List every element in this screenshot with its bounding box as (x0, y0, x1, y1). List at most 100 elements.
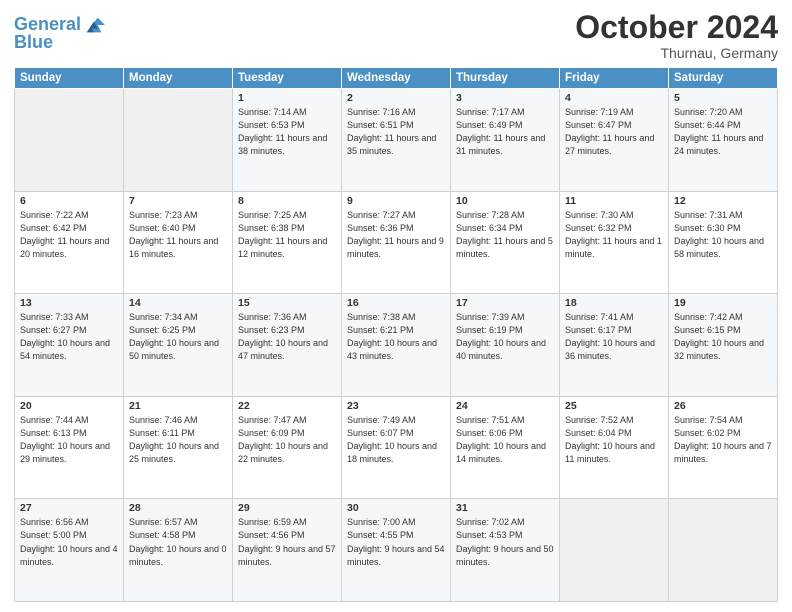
day-number: 6 (20, 195, 118, 207)
calendar-cell: 21 Sunrise: 7:46 AM Sunset: 6:11 PM Dayli… (124, 396, 233, 499)
day-number: 21 (129, 400, 227, 412)
calendar-cell: 5Sunrise: 7:20 AM Sunset: 6:44 PM Daylig… (669, 89, 778, 192)
day-info: Sunrise: 7:19 AM Sunset: 6:47 PM Dayligh… (565, 106, 663, 158)
weekday-header-sunday: Sunday (15, 68, 124, 89)
weekday-header-saturday: Saturday (669, 68, 778, 89)
calendar-cell: 22 Sunrise: 7:47 AM Sunset: 6:09 PM Dayli… (233, 396, 342, 499)
day-info: Sunrise: 7:00 AM Sunset: 4:55 PM Dayligh… (347, 516, 445, 568)
day-number: 18 (565, 297, 663, 309)
day-number: 29 (238, 502, 336, 514)
calendar-cell: 10 Sunrise: 7:28 AM Sunset: 6:34 PM Dayli… (451, 191, 560, 294)
day-info: Sunrise: 7:02 AM Sunset: 4:53 PM Dayligh… (456, 516, 554, 568)
calendar-cell: 28 Sunrise: 6:57 AM Sunset: 4:58 PM Dayli… (124, 499, 233, 602)
day-number: 30 (347, 502, 445, 514)
day-number: 2 (347, 92, 445, 104)
day-number: 28 (129, 502, 227, 514)
day-info: Sunrise: 7:27 AM Sunset: 6:36 PM Dayligh… (347, 209, 445, 261)
day-number: 8 (238, 195, 336, 207)
day-info: Sunrise: 7:44 AM Sunset: 6:13 PM Dayligh… (20, 414, 118, 466)
header: General Blue October 2024 Thurnau, Germa… (14, 10, 778, 61)
month-title: October 2024 (575, 10, 778, 45)
logo-icon (83, 14, 105, 36)
calendar-cell: 14 Sunrise: 7:34 AM Sunset: 6:25 PM Dayli… (124, 294, 233, 397)
day-info: Sunrise: 7:54 AM Sunset: 6:02 PM Dayligh… (674, 414, 772, 466)
calendar-cell: 8Sunrise: 7:25 AM Sunset: 6:38 PM Daylig… (233, 191, 342, 294)
weekday-header-friday: Friday (560, 68, 669, 89)
day-info: Sunrise: 7:39 AM Sunset: 6:19 PM Dayligh… (456, 311, 554, 363)
day-info: Sunrise: 7:36 AM Sunset: 6:23 PM Dayligh… (238, 311, 336, 363)
calendar-table: SundayMondayTuesdayWednesdayThursdayFrid… (14, 67, 778, 602)
day-number: 31 (456, 502, 554, 514)
day-number: 19 (674, 297, 772, 309)
day-info: Sunrise: 7:34 AM Sunset: 6:25 PM Dayligh… (129, 311, 227, 363)
day-number: 3 (456, 92, 554, 104)
calendar-cell: 27Sunrise: 6:56 AM Sunset: 5:00 PM Dayli… (15, 499, 124, 602)
week-row-5: 27Sunrise: 6:56 AM Sunset: 5:00 PM Dayli… (15, 499, 778, 602)
day-number: 25 (565, 400, 663, 412)
logo: General Blue (14, 14, 105, 53)
day-info: Sunrise: 7:17 AM Sunset: 6:49 PM Dayligh… (456, 106, 554, 158)
calendar-cell: 7 Sunrise: 7:23 AM Sunset: 6:40 PM Daylig… (124, 191, 233, 294)
day-info: Sunrise: 7:33 AM Sunset: 6:27 PM Dayligh… (20, 311, 118, 363)
day-info: Sunrise: 7:16 AM Sunset: 6:51 PM Dayligh… (347, 106, 445, 158)
day-info: Sunrise: 7:38 AM Sunset: 6:21 PM Dayligh… (347, 311, 445, 363)
calendar-cell: 26 Sunrise: 7:54 AM Sunset: 6:02 PM Dayli… (669, 396, 778, 499)
day-number: 23 (347, 400, 445, 412)
calendar-cell: 23 Sunrise: 7:49 AM Sunset: 6:07 PM Dayli… (342, 396, 451, 499)
calendar-cell: 25 Sunrise: 7:52 AM Sunset: 6:04 PM Dayli… (560, 396, 669, 499)
week-row-4: 20Sunrise: 7:44 AM Sunset: 6:13 PM Dayli… (15, 396, 778, 499)
day-info: Sunrise: 7:47 AM Sunset: 6:09 PM Dayligh… (238, 414, 336, 466)
calendar-cell (560, 499, 669, 602)
calendar-cell: 3 Sunrise: 7:17 AM Sunset: 6:49 PM Daylig… (451, 89, 560, 192)
calendar-cell: 6Sunrise: 7:22 AM Sunset: 6:42 PM Daylig… (15, 191, 124, 294)
day-info: Sunrise: 7:52 AM Sunset: 6:04 PM Dayligh… (565, 414, 663, 466)
day-info: Sunrise: 7:49 AM Sunset: 6:07 PM Dayligh… (347, 414, 445, 466)
day-info: Sunrise: 7:42 AM Sunset: 6:15 PM Dayligh… (674, 311, 772, 363)
day-number: 12 (674, 195, 772, 207)
day-info: Sunrise: 6:57 AM Sunset: 4:58 PM Dayligh… (129, 516, 227, 568)
day-info: Sunrise: 7:20 AM Sunset: 6:44 PM Dayligh… (674, 106, 772, 158)
weekday-header-monday: Monday (124, 68, 233, 89)
day-number: 11 (565, 195, 663, 207)
day-info: Sunrise: 6:59 AM Sunset: 4:56 PM Dayligh… (238, 516, 336, 568)
day-number: 4 (565, 92, 663, 104)
day-info: Sunrise: 7:28 AM Sunset: 6:34 PM Dayligh… (456, 209, 554, 261)
calendar-cell: 2 Sunrise: 7:16 AM Sunset: 6:51 PM Daylig… (342, 89, 451, 192)
weekday-header-wednesday: Wednesday (342, 68, 451, 89)
weekday-header-thursday: Thursday (451, 68, 560, 89)
calendar-cell: 16Sunrise: 7:38 AM Sunset: 6:21 PM Dayli… (342, 294, 451, 397)
week-row-3: 13Sunrise: 7:33 AM Sunset: 6:27 PM Dayli… (15, 294, 778, 397)
day-info: Sunrise: 7:41 AM Sunset: 6:17 PM Dayligh… (565, 311, 663, 363)
calendar-cell: 18 Sunrise: 7:41 AM Sunset: 6:17 PM Dayli… (560, 294, 669, 397)
day-number: 14 (129, 297, 227, 309)
day-info: Sunrise: 7:46 AM Sunset: 6:11 PM Dayligh… (129, 414, 227, 466)
page: General Blue October 2024 Thurnau, Germa… (0, 0, 792, 612)
calendar-cell: 9 Sunrise: 7:27 AM Sunset: 6:36 PM Daylig… (342, 191, 451, 294)
calendar-cell: 11Sunrise: 7:30 AM Sunset: 6:32 PM Dayli… (560, 191, 669, 294)
day-number: 15 (238, 297, 336, 309)
weekday-header-row: SundayMondayTuesdayWednesdayThursdayFrid… (15, 68, 778, 89)
calendar-cell: 1Sunrise: 7:14 AM Sunset: 6:53 PM Daylig… (233, 89, 342, 192)
day-info: Sunrise: 6:56 AM Sunset: 5:00 PM Dayligh… (20, 516, 118, 568)
calendar-cell: 30 Sunrise: 7:00 AM Sunset: 4:55 PM Dayli… (342, 499, 451, 602)
calendar-cell (124, 89, 233, 192)
calendar-cell: 4 Sunrise: 7:19 AM Sunset: 6:47 PM Daylig… (560, 89, 669, 192)
calendar-cell: 17Sunrise: 7:39 AM Sunset: 6:19 PM Dayli… (451, 294, 560, 397)
location-subtitle: Thurnau, Germany (575, 45, 778, 61)
day-info: Sunrise: 7:51 AM Sunset: 6:06 PM Dayligh… (456, 414, 554, 466)
day-number: 1 (238, 92, 336, 104)
weekday-header-tuesday: Tuesday (233, 68, 342, 89)
calendar-cell: 24 Sunrise: 7:51 AM Sunset: 6:06 PM Dayli… (451, 396, 560, 499)
calendar-cell: 19 Sunrise: 7:42 AM Sunset: 6:15 PM Dayli… (669, 294, 778, 397)
day-number: 9 (347, 195, 445, 207)
day-number: 26 (674, 400, 772, 412)
week-row-2: 6Sunrise: 7:22 AM Sunset: 6:42 PM Daylig… (15, 191, 778, 294)
week-row-1: 1Sunrise: 7:14 AM Sunset: 6:53 PM Daylig… (15, 89, 778, 192)
calendar-cell: 13Sunrise: 7:33 AM Sunset: 6:27 PM Dayli… (15, 294, 124, 397)
calendar-cell (669, 499, 778, 602)
day-number: 24 (456, 400, 554, 412)
day-info: Sunrise: 7:23 AM Sunset: 6:40 PM Dayligh… (129, 209, 227, 261)
day-number: 7 (129, 195, 227, 207)
day-number: 10 (456, 195, 554, 207)
day-number: 22 (238, 400, 336, 412)
